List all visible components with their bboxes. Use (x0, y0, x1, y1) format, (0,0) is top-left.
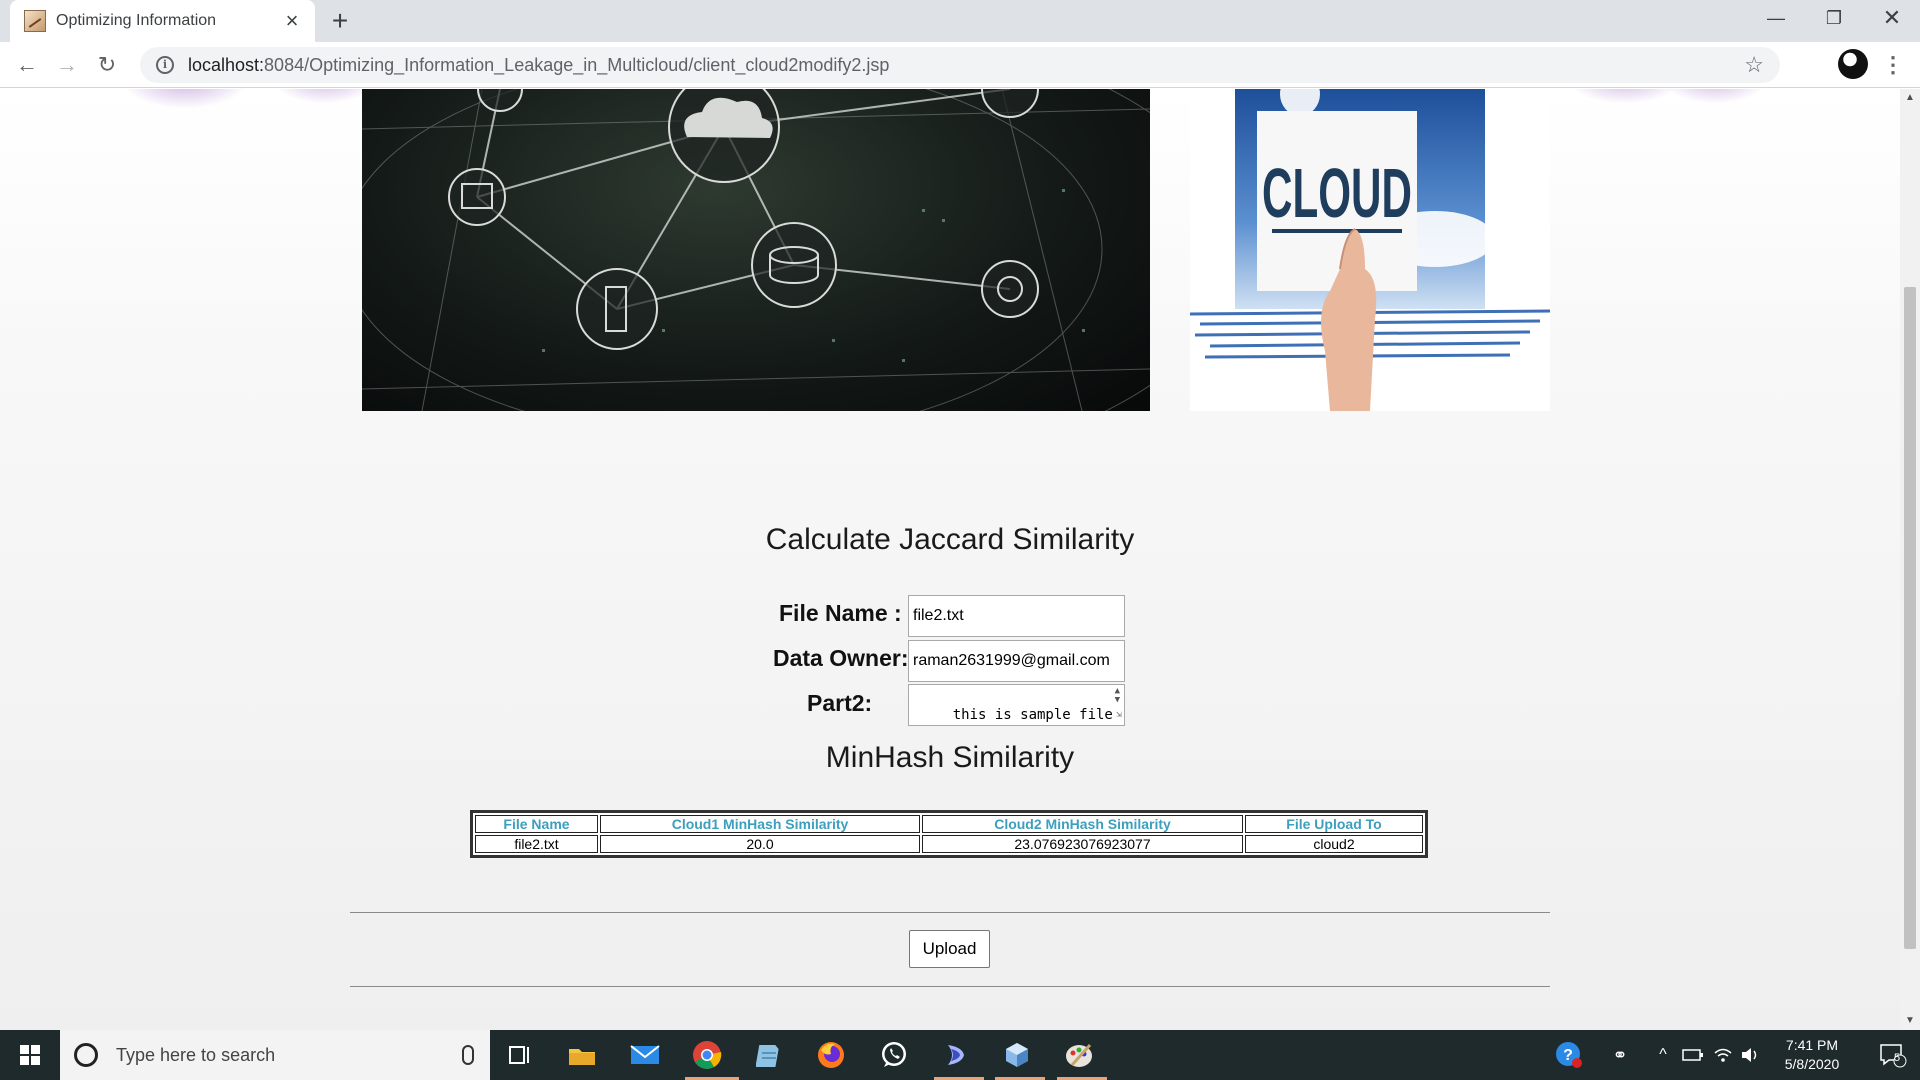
bookmark-star-icon[interactable]: ☆ (1744, 52, 1764, 78)
action-center-icon[interactable]: 5 (1864, 1030, 1920, 1080)
tab-title: Optimizing Information (56, 12, 217, 29)
notepad-icon[interactable] (751, 1038, 787, 1072)
file-explorer-icon[interactable] (564, 1038, 600, 1072)
browser-menu-icon[interactable]: ⋮ (1880, 50, 1906, 80)
notification-badge: 5 (1894, 1052, 1901, 1064)
network-graphic (362, 89, 1150, 411)
cloud-sign-graphic: CLOUD (1190, 89, 1550, 411)
close-tab-icon[interactable]: × (281, 10, 303, 32)
decorative-glow (120, 89, 250, 109)
volume-icon[interactable] (1738, 1030, 1762, 1080)
textarea-scroll-arrows-icon[interactable]: ▲ ▼ (1115, 687, 1120, 705)
whatsapp-icon[interactable] (876, 1038, 912, 1072)
windows-taskbar: Type here to search ? ⚭ ^ 7:41 PM 5/8/20… (0, 1030, 1920, 1080)
divider (350, 912, 1550, 913)
battery-icon[interactable] (1680, 1030, 1706, 1080)
reload-button[interactable]: ↻ (92, 50, 122, 80)
help-icon[interactable]: ? (1552, 1030, 1586, 1080)
task-view-icon[interactable] (502, 1038, 538, 1072)
data-owner-label: Data Owner: (773, 645, 909, 671)
browser-tab[interactable]: Optimizing Information × (10, 0, 315, 42)
windows-logo-icon (20, 1045, 40, 1065)
upload-button[interactable]: Upload (909, 930, 990, 968)
minhash-title: MinHash Similarity (825, 741, 1075, 774)
back-button[interactable]: ← (12, 50, 42, 80)
part2-label: Part2: (807, 690, 873, 716)
cloud-sign-image: CLOUD (1190, 89, 1550, 411)
column-header-cloud2-similarity: Cloud2 MinHash Similarity (922, 815, 1243, 833)
url-text: localhost:8084/Optimizing_Information_Le… (188, 55, 1744, 76)
url-path: 8084/Optimizing_Information_Leakage_in_M… (264, 54, 890, 75)
tab-favicon-icon (24, 10, 46, 32)
decorative-glow (1565, 89, 1685, 104)
table-row: file2.txt 20.0 23.076923076923077 cloud2 (475, 835, 1423, 853)
taskbar-search-placeholder: Type here to search (116, 1044, 276, 1065)
svg-text:?: ? (1563, 1047, 1573, 1064)
system-clock[interactable]: 7:41 PM 5/8/2020 (1760, 1036, 1864, 1074)
scroll-thumb[interactable] (1904, 287, 1916, 949)
table-header-row: File Name Cloud1 MinHash Similarity Clou… (475, 815, 1423, 833)
column-header-upload-to: File Upload To (1245, 815, 1423, 833)
start-button[interactable] (0, 1030, 60, 1080)
cell-cloud1-similarity: 20.0 (600, 835, 920, 853)
chrome-icon[interactable] (689, 1038, 725, 1072)
network-banner-image (362, 89, 1150, 411)
page-viewport: CLOUD Calculate Jaccard Similarity File … (0, 89, 1900, 1030)
clock-date: 5/8/2020 (1784, 1056, 1840, 1072)
resize-grip-icon[interactable]: ⇲ (1116, 705, 1122, 724)
cloud-sign-text: CLOUD (1262, 154, 1412, 232)
url-host: localhost: (188, 54, 265, 75)
people-icon[interactable]: ⚭ (1606, 1030, 1634, 1080)
scroll-up-arrow-icon[interactable]: ▲ (1900, 89, 1920, 107)
paint-icon[interactable] (1061, 1038, 1097, 1072)
page-scrollbar[interactable]: ▲ ▼ (1900, 89, 1920, 1030)
profile-avatar[interactable] (1838, 49, 1868, 79)
mail-icon[interactable] (627, 1038, 663, 1072)
cell-upload-to: cloud2 (1245, 835, 1423, 853)
cell-cloud2-similarity: 23.076923076923077 (922, 835, 1243, 853)
restore-window-button[interactable]: ❐ (1806, 0, 1862, 36)
minimize-window-button[interactable]: — (1748, 0, 1804, 36)
show-hidden-icons-chevron-icon[interactable]: ^ (1652, 1030, 1674, 1080)
file-name-input[interactable] (908, 595, 1125, 637)
site-info-icon[interactable]: i (156, 56, 174, 74)
divider (350, 986, 1550, 987)
minhash-results-table: File Name Cloud1 MinHash Similarity Clou… (470, 810, 1428, 858)
new-tab-button[interactable]: + (325, 6, 355, 36)
scroll-down-arrow-icon[interactable]: ▼ (1900, 1012, 1920, 1030)
cell-file-name: file2.txt (475, 835, 598, 853)
tab-strip: Optimizing Information × + — ❐ ✕ (0, 0, 1920, 42)
forward-button[interactable]: → (52, 50, 82, 80)
cortana-icon (74, 1043, 98, 1067)
microphone-icon[interactable] (462, 1045, 474, 1065)
column-header-file-name: File Name (475, 815, 598, 833)
column-header-cloud1-similarity: Cloud1 MinHash Similarity (600, 815, 920, 833)
netbeans-icon[interactable] (938, 1038, 974, 1072)
part2-textarea[interactable]: this is sample file you can modify ▲▼ ⇲ (908, 684, 1125, 726)
browser-toolbar: ← → ↻ i localhost:8084/Optimizing_Inform… (0, 42, 1920, 88)
decorative-glow (1660, 89, 1770, 104)
page-title: Calculate Jaccard Similarity (765, 523, 1135, 556)
file-name-label: File Name : (779, 600, 902, 626)
wifi-icon[interactable] (1710, 1030, 1736, 1080)
data-owner-input[interactable] (908, 640, 1125, 682)
firefox-icon[interactable] (813, 1038, 849, 1072)
address-bar[interactable]: i localhost:8084/Optimizing_Information_… (140, 47, 1780, 83)
close-window-button[interactable]: ✕ (1864, 0, 1920, 36)
part2-textarea-text: this is sample file you can modify (952, 707, 1113, 723)
clock-time: 7:41 PM (1785, 1037, 1839, 1053)
virtualbox-icon[interactable] (999, 1038, 1035, 1072)
taskbar-search-box[interactable]: Type here to search (60, 1030, 490, 1080)
